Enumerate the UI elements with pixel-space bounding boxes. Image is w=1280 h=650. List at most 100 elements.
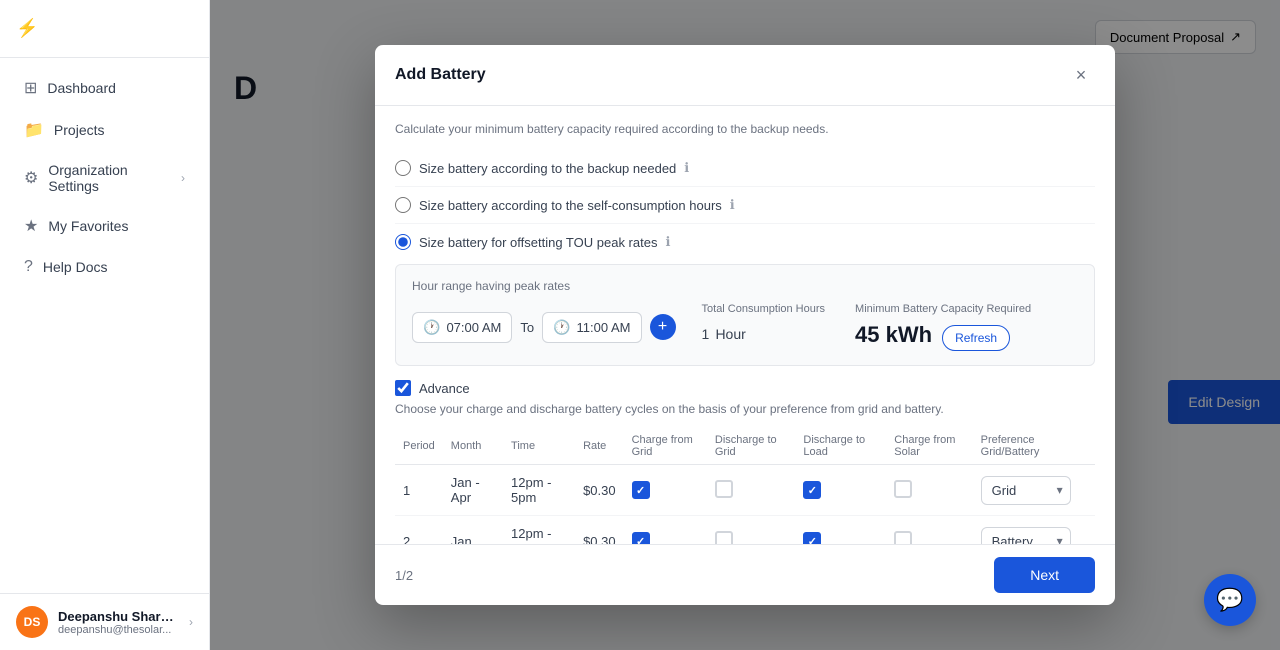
- cycles-table: Period Month Time Rate Charge from Grid …: [395, 428, 1095, 544]
- col-preference: Preference Grid/Battery: [973, 428, 1095, 465]
- checkbox-charge-solar-1[interactable]: [894, 480, 912, 498]
- checkbox-discharge-load-2[interactable]: [803, 532, 821, 544]
- cell-discharge-grid[interactable]: [707, 516, 796, 545]
- refresh-button[interactable]: Refresh: [942, 325, 1010, 351]
- sidebar-item-projects[interactable]: 📁 Projects: [8, 110, 201, 150]
- user-profile[interactable]: DS Deepanshu Sharma deepanshu@thesolar..…: [0, 593, 209, 650]
- cell-month: Jan - Apr: [443, 465, 503, 516]
- sidebar-item-label: Projects: [54, 122, 105, 138]
- advance-checkbox[interactable]: [395, 380, 411, 396]
- cell-charge-grid[interactable]: [624, 465, 707, 516]
- cell-discharge-load[interactable]: [795, 465, 886, 516]
- radio-backup-label: Size battery according to the backup nee…: [419, 161, 676, 176]
- tou-row: 🕐 07:00 AM To 🕐 11:00 AM +: [412, 303, 1078, 351]
- cell-month: Jan: [443, 516, 503, 545]
- user-email: deepanshu@thesolar...: [58, 624, 179, 636]
- tou-to-label: To: [520, 320, 534, 335]
- total-consumption-value: 1 Hour: [702, 319, 826, 345]
- modal-body: Calculate your minimum battery capacity …: [375, 106, 1115, 544]
- min-capacity-stat: Minimum Battery Capacity Required 45 kWh…: [855, 303, 1031, 351]
- star-icon: ★: [24, 216, 38, 236]
- clock-icon-from: 🕐: [423, 319, 440, 336]
- sidebar: ⚡ ⊞ Dashboard 📁 Projects ⚙ Organization …: [0, 0, 210, 650]
- col-period: Period: [395, 428, 443, 465]
- sidebar-item-label: My Favorites: [48, 218, 128, 234]
- sidebar-item-favorites[interactable]: ★ My Favorites: [8, 206, 201, 246]
- checkbox-discharge-grid-2[interactable]: [715, 531, 733, 545]
- col-discharge-load: Discharge to Load: [795, 428, 886, 465]
- cell-period: 1: [395, 465, 443, 516]
- tou-stats: Total Consumption Hours 1 Hour Minimum B…: [702, 303, 1078, 351]
- chevron-right-icon: ›: [189, 615, 193, 629]
- settings-icon: ⚙: [24, 168, 38, 188]
- tou-time-group: 🕐 07:00 AM To 🕐 11:00 AM +: [412, 312, 676, 343]
- modal-close-button[interactable]: ×: [1067, 61, 1095, 89]
- avatar: DS: [16, 606, 48, 638]
- sidebar-item-dashboard[interactable]: ⊞ Dashboard: [8, 68, 201, 108]
- preference-select-1[interactable]: Grid Battery: [981, 476, 1071, 505]
- modal-title: Add Battery: [395, 66, 486, 84]
- advance-description: Choose your charge and discharge battery…: [395, 402, 1095, 416]
- cell-rate: $0.30: [575, 516, 624, 545]
- sidebar-item-help[interactable]: ? Help Docs: [8, 248, 201, 286]
- advance-label: Advance: [419, 381, 470, 396]
- checkbox-charge-grid-1[interactable]: [632, 481, 650, 499]
- info-icon-backup[interactable]: ℹ: [684, 160, 689, 176]
- col-rate: Rate: [575, 428, 624, 465]
- tou-hour-range-label: Hour range having peak rates: [412, 279, 1078, 293]
- checkbox-charge-grid-2[interactable]: [632, 532, 650, 544]
- cell-time: 12pm - 5pm: [503, 516, 575, 545]
- preference-select-wrap-1[interactable]: Grid Battery: [981, 476, 1071, 505]
- sidebar-logo: ⚡: [0, 0, 209, 58]
- radio-option-self-consumption[interactable]: Size battery according to the self-consu…: [395, 187, 1095, 224]
- advance-section: Advance Choose your charge and discharge…: [395, 380, 1095, 544]
- total-consumption-stat: Total Consumption Hours 1 Hour: [702, 303, 826, 351]
- col-charge-solar: Charge from Solar: [886, 428, 972, 465]
- modal-backdrop: Add Battery × Calculate your minimum bat…: [210, 0, 1280, 650]
- radio-option-backup[interactable]: Size battery according to the backup nee…: [395, 150, 1095, 187]
- cell-preference[interactable]: Grid Battery: [973, 516, 1095, 545]
- modal-header: Add Battery ×: [375, 45, 1115, 106]
- col-discharge-grid: Discharge to Grid: [707, 428, 796, 465]
- checkbox-discharge-grid-1[interactable]: [715, 480, 733, 498]
- col-charge-grid: Charge from Grid: [624, 428, 707, 465]
- radio-backup[interactable]: [395, 160, 411, 176]
- radio-tou[interactable]: [395, 234, 411, 250]
- modal-description: Calculate your minimum battery capacity …: [395, 122, 1095, 136]
- min-capacity-label: Minimum Battery Capacity Required: [855, 303, 1031, 315]
- from-time-value: 07:00 AM: [446, 320, 501, 335]
- checkbox-discharge-load-1[interactable]: [803, 481, 821, 499]
- table-row: 2 Jan 12pm - 5pm $0.30: [395, 516, 1095, 545]
- projects-icon: 📁: [24, 120, 44, 140]
- checkbox-charge-solar-2[interactable]: [894, 531, 912, 545]
- dashboard-icon: ⊞: [24, 78, 37, 98]
- preference-select-2[interactable]: Grid Battery: [981, 527, 1071, 545]
- cycles-table-body: 1 Jan - Apr 12pm - 5pm $0.30: [395, 465, 1095, 545]
- next-button[interactable]: Next: [994, 557, 1095, 593]
- info-icon-self-consumption[interactable]: ℹ: [730, 197, 735, 213]
- info-icon-tou[interactable]: ℹ: [665, 234, 670, 250]
- add-battery-modal: Add Battery × Calculate your minimum bat…: [375, 45, 1115, 605]
- from-time-input[interactable]: 🕐 07:00 AM: [412, 312, 512, 343]
- cell-discharge-grid[interactable]: [707, 465, 796, 516]
- preference-select-wrap-2[interactable]: Grid Battery: [981, 527, 1071, 545]
- user-info: Deepanshu Sharma deepanshu@thesolar...: [58, 609, 179, 636]
- cell-period: 2: [395, 516, 443, 545]
- cell-preference[interactable]: Grid Battery: [973, 465, 1095, 516]
- radio-option-tou[interactable]: Size battery for offsetting TOU peak rat…: [395, 224, 1095, 260]
- col-time: Time: [503, 428, 575, 465]
- modal-footer: 1/2 Next: [375, 544, 1115, 605]
- to-time-input[interactable]: 🕐 11:00 AM: [542, 312, 641, 343]
- radio-self-consumption[interactable]: [395, 197, 411, 213]
- min-capacity-value: 45 kWh: [855, 322, 932, 348]
- cell-charge-solar[interactable]: [886, 516, 972, 545]
- cell-discharge-load[interactable]: [795, 516, 886, 545]
- add-time-range-button[interactable]: +: [650, 314, 676, 340]
- advance-header: Advance: [395, 380, 1095, 396]
- chat-button[interactable]: 💬: [1204, 574, 1256, 626]
- user-name: Deepanshu Sharma: [58, 609, 179, 624]
- page-indicator: 1/2: [395, 568, 413, 583]
- cell-charge-grid[interactable]: [624, 516, 707, 545]
- sidebar-item-org-settings[interactable]: ⚙ Organization Settings ›: [8, 152, 201, 204]
- cell-charge-solar[interactable]: [886, 465, 972, 516]
